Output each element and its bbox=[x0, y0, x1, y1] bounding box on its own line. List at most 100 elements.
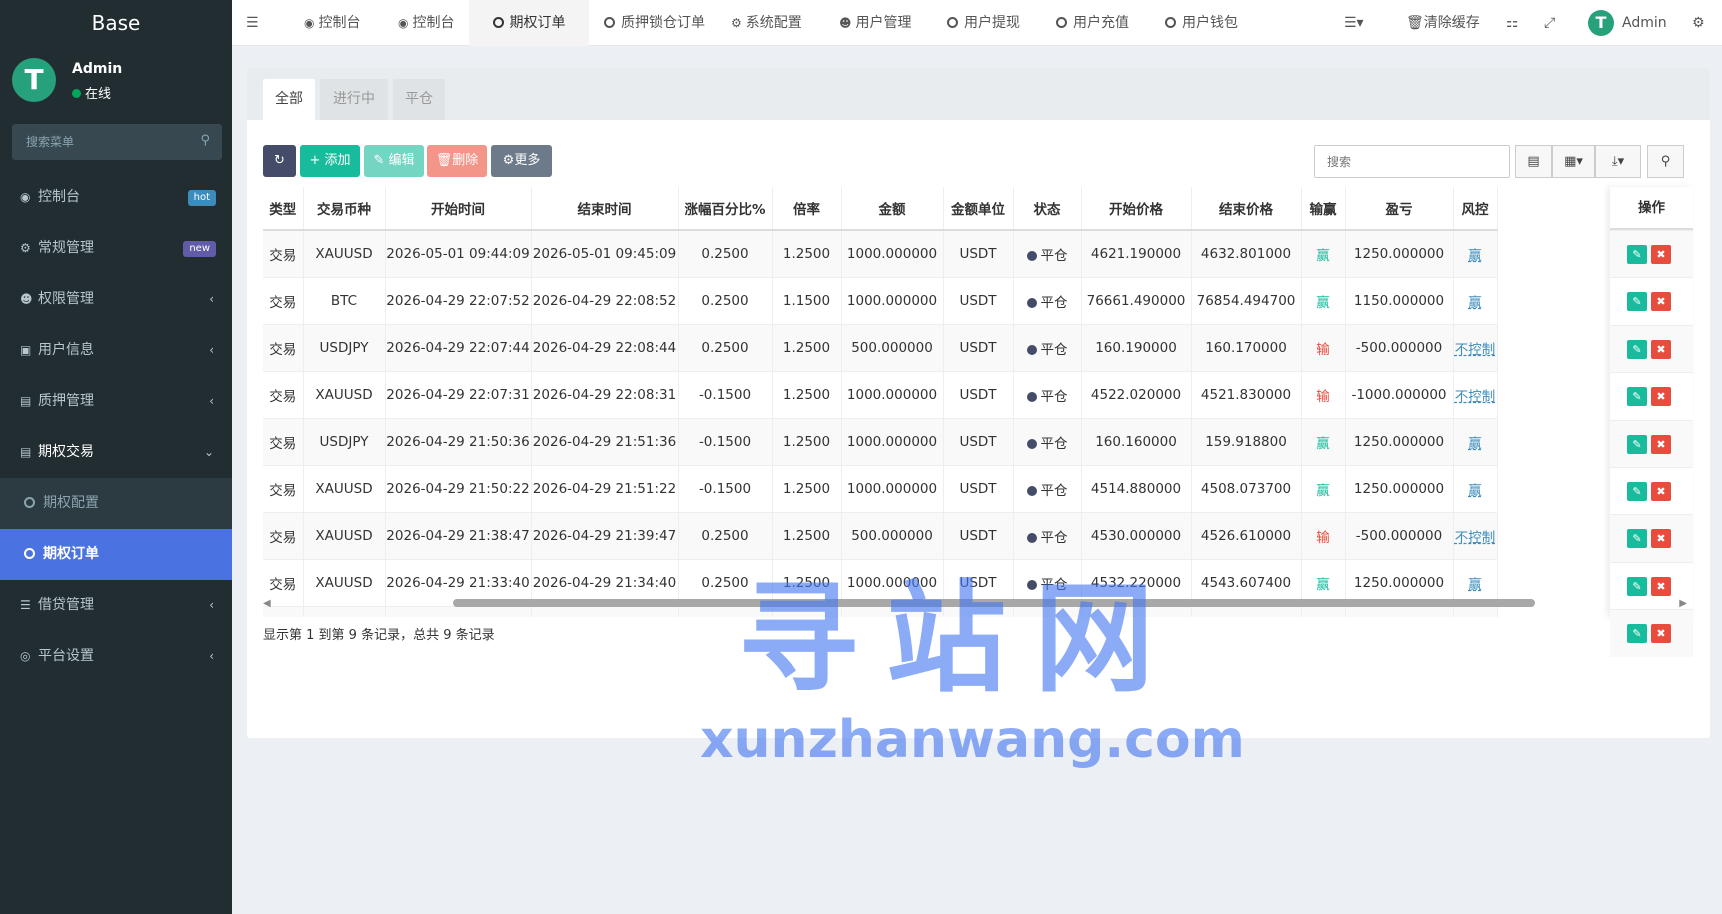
admin-menu[interactable]: T Admin bbox=[1588, 0, 1667, 46]
sidebar-item-userinfo[interactable]: ▣ 用户信息 ‹ bbox=[0, 325, 232, 376]
row-delete-button[interactable]: ✖ bbox=[1651, 529, 1671, 549]
sidebar-item-dashboard[interactable]: ◉ 控制台 hot bbox=[0, 172, 232, 223]
sidebar-item-general[interactable]: ⚙ 常规管理 new bbox=[0, 223, 232, 274]
scroll-thumb[interactable] bbox=[453, 599, 1535, 607]
tab-dashboard-1[interactable]: ◉ 控制台 bbox=[294, 0, 370, 46]
row-edit-button[interactable]: ✎ bbox=[1627, 245, 1647, 264]
risk-control-link[interactable]: 赢 bbox=[1468, 577, 1482, 593]
table-cell[interactable]: 赢 bbox=[1453, 276, 1498, 324]
row-delete-button[interactable]: ✖ bbox=[1651, 339, 1671, 359]
add-button[interactable]: + 添加 bbox=[300, 145, 360, 177]
table-row[interactable]: 交易 BTC 2026-04-29 22:07:52 2026-04-29 22:08… bbox=[263, 276, 1498, 324]
column-header[interactable]: 金额单位 bbox=[943, 187, 1014, 231]
table-row[interactable]: 交易 XAUUSD 2026-05-01 09:44:09 2026-05-01 09… bbox=[263, 229, 1498, 277]
horizontal-scrollbar[interactable]: ◀ ▶ bbox=[263, 596, 1693, 610]
columns-button[interactable]: ▦▾ bbox=[1552, 145, 1595, 178]
tab-user-wallet[interactable]: 用户钱包 bbox=[1155, 0, 1248, 46]
risk-control-link[interactable]: 不控制 bbox=[1455, 389, 1496, 405]
column-header[interactable]: 类型 bbox=[263, 187, 304, 231]
delete-button[interactable]: 🗑删除 bbox=[427, 145, 487, 177]
table-cell[interactable]: 不控制 bbox=[1453, 323, 1498, 371]
tab-all[interactable]: 全部 bbox=[263, 79, 315, 120]
risk-control-link[interactable]: 不控制 bbox=[1455, 530, 1496, 546]
table-row[interactable]: 交易 XAUUSD 2026-04-29 22:07:31 2026-04-29 22… bbox=[263, 370, 1498, 418]
row-edit-button[interactable]: ✎ bbox=[1627, 481, 1647, 501]
row-edit-button[interactable]: ✎ bbox=[1627, 387, 1647, 407]
sidebar-item-options-orders[interactable]: 期权订单 bbox=[0, 529, 232, 580]
sidebar-item-options[interactable]: ▤ 期权交易 ⌄ bbox=[0, 427, 232, 478]
settings-icon[interactable]: ⚙ bbox=[1692, 0, 1705, 46]
export-button[interactable]: ⤓▾ bbox=[1595, 145, 1641, 178]
column-header[interactable]: 倍率 bbox=[772, 187, 842, 231]
row-delete-button[interactable]: ✖ bbox=[1651, 387, 1671, 407]
table-cell[interactable]: 赢 bbox=[1453, 417, 1498, 465]
search-button[interactable]: ⚲ bbox=[1647, 145, 1684, 178]
brand-logo[interactable]: Base bbox=[0, 0, 232, 46]
column-header[interactable]: 风控 bbox=[1453, 187, 1498, 231]
table-row[interactable]: 交易 USDJPY 2026-04-29 22:07:44 2026-04-29 22… bbox=[263, 323, 1498, 371]
row-edit-button[interactable]: ✎ bbox=[1627, 339, 1647, 359]
tab-closed[interactable]: 平仓 bbox=[393, 79, 445, 120]
risk-control-link[interactable]: 赢 bbox=[1468, 483, 1482, 499]
toggle-view-button[interactable]: ▤ bbox=[1515, 145, 1552, 178]
risk-control-link[interactable]: 赢 bbox=[1468, 295, 1482, 311]
table-row[interactable]: 交易 XAUUSD 2026-04-29 21:38:47 2026-04-29 21… bbox=[263, 511, 1498, 559]
scroll-left-icon[interactable]: ◀ bbox=[263, 598, 271, 609]
row-edit-button[interactable]: ✎ bbox=[1627, 292, 1647, 312]
tab-user-withdraw[interactable]: 用户提现 bbox=[937, 0, 1030, 46]
tab-option-orders[interactable]: 期权订单 bbox=[469, 0, 589, 46]
column-header[interactable]: 结束价格 bbox=[1191, 187, 1302, 231]
row-edit-button[interactable]: ✎ bbox=[1627, 434, 1647, 454]
edit-button[interactable]: ✎ 编辑 bbox=[364, 145, 424, 177]
column-header[interactable]: 盈亏 bbox=[1345, 187, 1454, 231]
column-header[interactable]: 状态 bbox=[1013, 187, 1082, 231]
table-row[interactable]: 交易 XAUUSD 2026-04-29 21:50:22 2026-04-29 21… bbox=[263, 464, 1498, 512]
row-delete-button[interactable]: ✖ bbox=[1651, 576, 1671, 596]
row-delete-button[interactable]: ✖ bbox=[1651, 245, 1671, 264]
tab-system-config[interactable]: ⚙ 系统配置 bbox=[721, 0, 812, 46]
tab-user-management[interactable]: ☻ 用户管理 bbox=[829, 0, 922, 46]
column-header[interactable]: 金额 bbox=[841, 187, 944, 231]
language-icon[interactable]: ⚏ bbox=[1506, 0, 1519, 46]
column-header[interactable]: 开始价格 bbox=[1081, 187, 1192, 231]
menu-search-input[interactable] bbox=[12, 124, 192, 160]
table-cell[interactable]: 不控制 bbox=[1453, 511, 1498, 559]
risk-control-link[interactable]: 赢 bbox=[1468, 436, 1482, 452]
table-cell[interactable]: 赢 bbox=[1453, 229, 1498, 277]
risk-control-link[interactable]: 赢 bbox=[1468, 248, 1482, 264]
sidebar-item-options-config[interactable]: 期权配置 bbox=[0, 478, 232, 529]
refresh-button[interactable]: ↻ bbox=[263, 145, 296, 177]
tab-dashboard-2[interactable]: ◉ 控制台 bbox=[388, 0, 464, 46]
tab-in-progress[interactable]: 进行中 bbox=[320, 79, 388, 120]
row-delete-button[interactable]: ✖ bbox=[1651, 481, 1671, 501]
risk-control-link[interactable]: 不控制 bbox=[1455, 342, 1496, 358]
column-header[interactable]: 开始时间 bbox=[385, 187, 532, 231]
table-cell[interactable]: 赢 bbox=[1453, 464, 1498, 512]
sidebar-item-platform[interactable]: ◎ 平台设置 ‹ bbox=[0, 631, 232, 682]
nav-list-dropdown-icon[interactable]: ☰▾ bbox=[1344, 0, 1364, 46]
sidebar-item-pledge[interactable]: ▤ 质押管理 ‹ bbox=[0, 376, 232, 427]
sidebar-item-auth[interactable]: ☻ 权限管理 ‹ bbox=[0, 274, 232, 325]
search-icon[interactable]: ⚲ bbox=[200, 133, 210, 148]
tab-pledge-orders[interactable]: 质押锁仓订单 bbox=[594, 0, 715, 46]
more-button[interactable]: ⚙更多 bbox=[491, 145, 552, 177]
column-header[interactable]: 涨幅百分比% bbox=[678, 187, 773, 231]
menu-toggle-icon[interactable]: ☰ bbox=[246, 0, 276, 46]
tab-user-recharge[interactable]: 用户充值 bbox=[1046, 0, 1139, 46]
row-delete-button[interactable]: ✖ bbox=[1651, 624, 1671, 644]
sidebar-item-loans[interactable]: ☰ 借贷管理 ‹ bbox=[0, 580, 232, 631]
column-header[interactable]: 交易币种 bbox=[303, 187, 386, 231]
table-search-input[interactable] bbox=[1315, 146, 1505, 177]
clear-cache-button[interactable]: 🗑清除缓存 bbox=[1406, 0, 1480, 46]
table-row[interactable]: 交易 USDJPY 2026-04-29 21:50:36 2026-04-29 21… bbox=[263, 417, 1498, 465]
column-header[interactable]: 输赢 bbox=[1301, 187, 1346, 231]
fullscreen-icon[interactable]: ⤢ bbox=[1544, 0, 1555, 46]
row-edit-button[interactable]: ✎ bbox=[1627, 529, 1647, 549]
table-cell[interactable]: 不控制 bbox=[1453, 370, 1498, 418]
row-edit-button[interactable]: ✎ bbox=[1627, 624, 1647, 644]
row-delete-button[interactable]: ✖ bbox=[1651, 292, 1671, 312]
column-header[interactable]: 结束时间 bbox=[531, 187, 679, 231]
row-delete-button[interactable]: ✖ bbox=[1651, 434, 1671, 454]
row-edit-button[interactable]: ✎ bbox=[1627, 576, 1647, 596]
scroll-right-icon[interactable]: ▶ bbox=[1679, 598, 1687, 609]
